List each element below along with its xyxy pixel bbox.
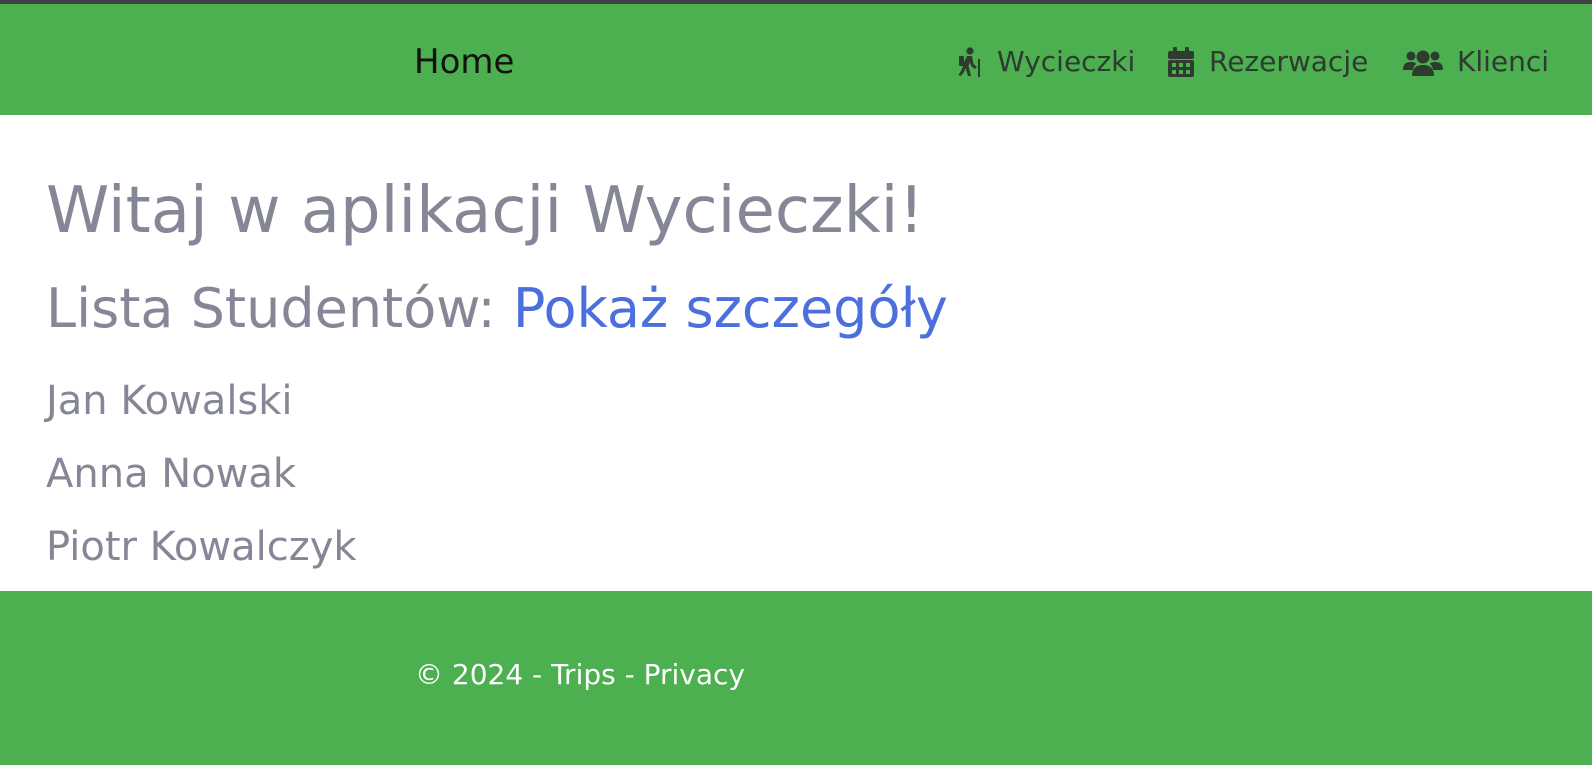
nav-item-wycieczki[interactable]: Wycieczki [955,44,1135,80]
footer: © 2024 - Trips - Privacy [0,591,1592,765]
main-content: Witaj w aplikacji Wycieczki! Lista Stude… [0,115,1592,591]
students-list: Jan Kowalski Anna Nowak Piotr Kowalczyk [46,365,357,584]
calendar-icon [1167,47,1195,77]
list-item: Jan Kowalski [46,378,293,424]
users-icon [1403,48,1443,76]
navbar: Home Wycieczki Rezerwacje Klienci [0,4,1592,115]
nav-item-label: Wycieczki [997,45,1136,78]
students-heading-label: Lista Studentów: [46,277,496,340]
list-item: Piotr Kowalczyk [46,524,357,570]
page-title: Witaj w aplikacji Wycieczki! [46,174,925,248]
footer-text: © 2024 - Trips - Privacy [415,657,745,693]
nav-item-klienci[interactable]: Klienci [1403,44,1549,80]
list-item: Anna Nowak [46,451,297,497]
nav-item-rezerwacje[interactable]: Rezerwacje [1167,44,1368,80]
copyright-text: © 2024 - Trips - [415,658,644,691]
show-details-link[interactable]: Pokaż szczegóły [513,277,948,340]
nav-item-label: Rezerwacje [1209,45,1369,78]
students-heading: Lista Studentów: Pokaż szczegóły [46,277,948,341]
hiking-icon [955,47,983,77]
nav-item-label: Klienci [1457,45,1550,78]
privacy-link[interactable]: Privacy [644,658,745,691]
home-link[interactable]: Home [414,42,514,82]
